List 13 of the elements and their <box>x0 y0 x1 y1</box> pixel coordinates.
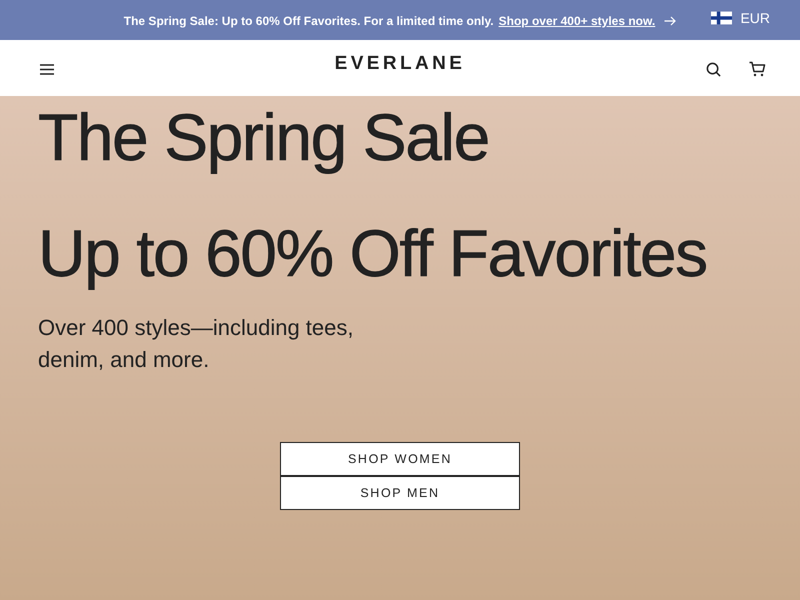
shop-button[interactable]: SHOP MEN <box>280 476 520 510</box>
currency-selector[interactable]: EUR <box>711 10 800 26</box>
hero-subtitle: Over 400 styles—including tees, denim, and more. <box>38 314 354 374</box>
arrow-right-icon <box>664 16 676 26</box>
promo-link[interactable]: Shop over 400+ styles now. <box>498 14 656 28</box>
logo[interactable]: EVERLANE <box>334 53 466 75</box>
promo-text: The Spring Sale: Up to 60% Off Favorites. For a limited time only. <box>124 14 494 28</box>
search-icon[interactable] <box>706 62 721 76</box>
menu-icon[interactable] <box>40 64 54 74</box>
cart-icon[interactable] <box>749 61 766 77</box>
currency-label: EUR <box>740 10 770 26</box>
shop-button[interactable]: SHOP WOMEN <box>280 442 520 476</box>
finland-flag-icon <box>711 10 732 24</box>
